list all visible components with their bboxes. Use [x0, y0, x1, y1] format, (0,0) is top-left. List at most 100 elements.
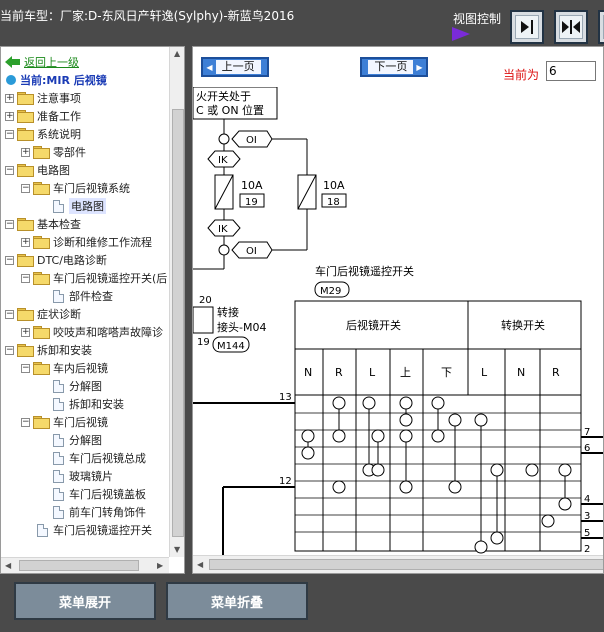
- expand-right-panel-button[interactable]: [598, 10, 604, 44]
- tree-item-exploded-view[interactable]: 分解图: [53, 377, 102, 395]
- folder-open-icon: [17, 164, 34, 177]
- tree-item-preparation[interactable]: + 准备工作: [5, 107, 81, 125]
- scroll-right-icon[interactable]: ▶: [157, 561, 163, 570]
- folder-open-icon: [33, 272, 50, 285]
- wire-13: 13: [279, 392, 292, 403]
- diagram-scroll-thumb[interactable]: [209, 559, 603, 570]
- col-change-l: L: [481, 366, 488, 379]
- col-mirror-l: L: [369, 366, 376, 379]
- collapse-left-panel-button[interactable]: [510, 10, 544, 44]
- collapse-icon[interactable]: −: [5, 129, 14, 139]
- tree-item-mirror-cover[interactable]: 车门后视镜盖板: [53, 485, 146, 503]
- current-page-label: 当前为: [503, 68, 540, 82]
- collapse-icon[interactable]: −: [21, 363, 30, 373]
- menu-collapse-button[interactable]: 菜单折叠: [166, 582, 308, 620]
- prev-page-button[interactable]: ◀ 上一页: [201, 57, 269, 77]
- collapse-icon[interactable]: −: [21, 183, 30, 193]
- tree-item-basic-inspection[interactable]: − 基本检查: [5, 215, 81, 233]
- page-number-input[interactable]: [546, 61, 596, 81]
- page-icon: [53, 199, 64, 213]
- pager-bar: ◀ 上一页 下一页 ▶ 当前为: [193, 47, 603, 87]
- page-icon: [53, 505, 64, 519]
- tree-item-wiring-diagram-page[interactable]: 电路图: [53, 197, 106, 215]
- folder-open-icon: [33, 182, 50, 195]
- tree-item-symptom-diagnosis[interactable]: − 症状诊断: [5, 305, 81, 323]
- app-root: 当前车型：厂家:D-东风日产轩逸(Sylphy)-新蓝鸟2016 视图控制 返回…: [0, 0, 604, 632]
- tree-item-component-inspection[interactable]: 部件检查: [53, 287, 113, 305]
- tree-hscroll-thumb[interactable]: [19, 560, 139, 571]
- folder-icon: [33, 236, 50, 249]
- current-node-icon: [6, 75, 16, 85]
- tree-item-inside-mirror[interactable]: − 车内后视镜: [21, 359, 108, 377]
- tree-item-remote-switch[interactable]: − 车门后视镜遥控开关(后: [21, 269, 167, 287]
- collapse-icon[interactable]: −: [5, 165, 14, 175]
- collapse-icon[interactable]: −: [5, 255, 14, 265]
- collapse-icon[interactable]: −: [21, 273, 30, 283]
- oi-label-bottom: OI: [246, 246, 257, 257]
- junction-connector: M144: [217, 341, 245, 352]
- collapse-icon[interactable]: −: [5, 309, 14, 319]
- tree-item-removal[interactable]: 拆卸和安装: [53, 395, 124, 413]
- scroll-down-icon[interactable]: ▼: [174, 545, 180, 554]
- expand-icon[interactable]: +: [21, 147, 30, 157]
- tree-item-exploded-view-2[interactable]: 分解图: [53, 431, 102, 449]
- scroll-up-icon[interactable]: ▲: [174, 49, 180, 58]
- table-head-change: 转换开关: [501, 318, 545, 332]
- back-arrow-icon: [5, 56, 20, 68]
- back-link[interactable]: 返回上一级: [5, 53, 79, 71]
- expand-icon[interactable]: +: [21, 237, 30, 247]
- col-change-n: N: [517, 366, 525, 379]
- tree-item-removal-installation[interactable]: − 拆卸和安装: [5, 341, 92, 359]
- folder-icon: [17, 92, 34, 105]
- view-control-arrow-icon: [452, 27, 470, 41]
- folder-open-icon: [33, 362, 50, 375]
- pin-20: 20: [199, 295, 212, 306]
- diagram-scroll-left-icon[interactable]: ◀: [197, 560, 203, 569]
- view-control-label: 视图控制: [453, 12, 502, 26]
- tree-item-diagnosis-workflow[interactable]: + 诊断和维修工作流程: [21, 233, 152, 251]
- next-page-button[interactable]: 下一页 ▶: [360, 57, 428, 77]
- menu-expand-button[interactable]: 菜单展开: [14, 582, 156, 620]
- expand-icon[interactable]: +: [5, 93, 14, 103]
- expand-icon[interactable]: +: [21, 327, 30, 337]
- tree-item-door-mirror-system[interactable]: − 车门后视镜系统: [21, 179, 130, 197]
- fuse-rating-right: 10A: [323, 179, 345, 192]
- diagram-horizontal-scrollbar[interactable]: ◀: [193, 555, 603, 573]
- prev-triangle-icon: ◀: [206, 62, 213, 72]
- tree-item-dtc-circuit[interactable]: − DTC/电路诊断: [5, 251, 107, 269]
- tree-scroll-thumb[interactable]: [172, 109, 184, 537]
- page-icon: [53, 469, 64, 483]
- page-icon: [37, 523, 48, 537]
- folder-open-icon: [17, 128, 34, 141]
- tree-item-precautions[interactable]: + 注意事项: [5, 89, 81, 107]
- fuse-no-right: 18: [327, 197, 340, 208]
- tree-item-remote-switch-2[interactable]: 车门后视镜遥控开关: [37, 521, 152, 539]
- page-icon: [53, 433, 64, 447]
- tree-item-door-mirror-assembly[interactable]: 车门后视镜总成: [53, 449, 146, 467]
- switch-connector: M29: [320, 286, 341, 297]
- tree-item-corner-trim[interactable]: 前车门转角饰件: [53, 503, 146, 521]
- col-mirror-n: N: [304, 366, 312, 379]
- tree-vertical-scrollbar[interactable]: ▲ ▼: [169, 47, 184, 557]
- tree-horizontal-scrollbar[interactable]: ◀ ▶: [1, 557, 169, 573]
- expand-icon[interactable]: +: [5, 111, 14, 121]
- fuse-rating-left: 10A: [241, 179, 263, 192]
- current-node: 当前:MIR 后视镜: [5, 71, 107, 89]
- tree-item-components[interactable]: + 零部件: [21, 143, 86, 161]
- tree-item-glass[interactable]: 玻璃镜片: [53, 467, 113, 485]
- split-view-button[interactable]: [554, 10, 588, 44]
- folder-open-icon: [17, 254, 34, 267]
- tree-item-door-mirror[interactable]: − 车门后视镜: [21, 413, 108, 431]
- ik-label-bottom: IK: [218, 224, 228, 235]
- collapse-icon[interactable]: −: [5, 345, 14, 355]
- scroll-left-icon[interactable]: ◀: [5, 561, 11, 570]
- tree-item-system-description[interactable]: − 系统说明: [5, 125, 81, 143]
- tree-item-squeak-rattle[interactable]: + 咬吱声和喀嗒声故障诊: [21, 323, 163, 341]
- tree-item-wiring-diagram[interactable]: − 电路图: [5, 161, 70, 179]
- collapse-icon[interactable]: −: [5, 219, 14, 229]
- wire-12: 12: [279, 476, 292, 487]
- bottom-bar: 菜单展开 菜单折叠: [0, 574, 604, 632]
- collapse-icon[interactable]: −: [21, 417, 30, 427]
- catalog-tree-panel: 返回上一级 当前:MIR 后视镜 + 注意事项 + 准备工作 − 系统说明 + 零部件 …: [0, 46, 185, 574]
- col-mirror-up: 上: [400, 366, 411, 379]
